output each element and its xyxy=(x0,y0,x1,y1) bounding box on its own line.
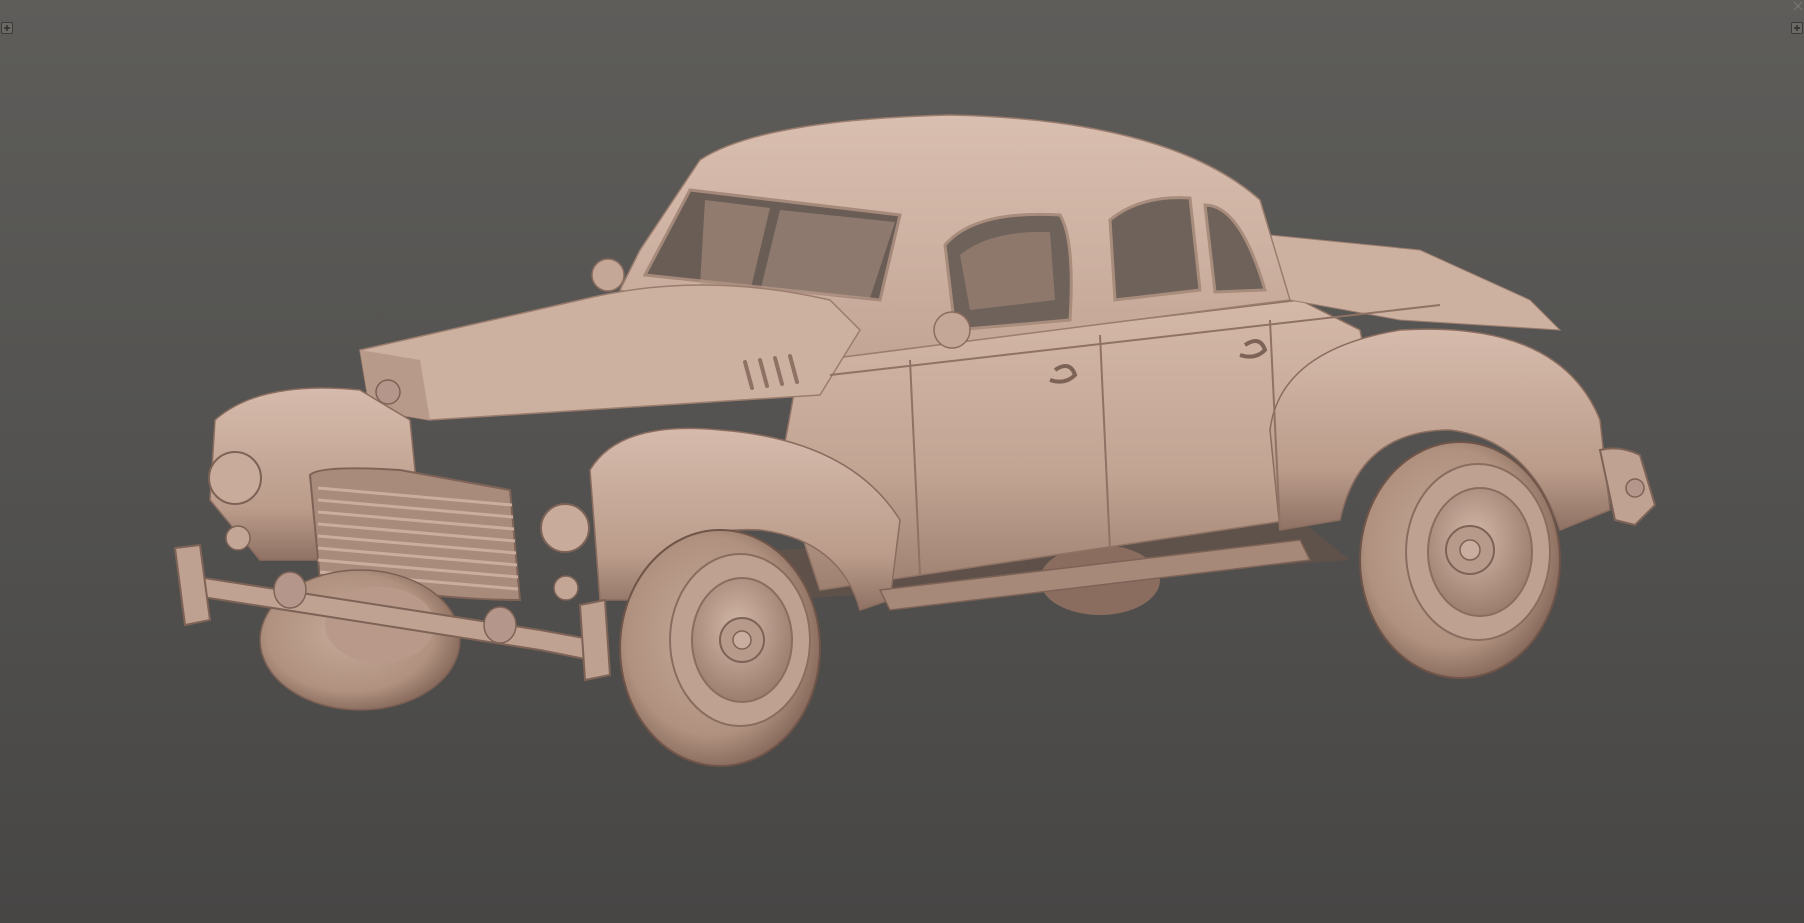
3d-viewport[interactable] xyxy=(0,0,1804,923)
car-model-render[interactable] xyxy=(0,0,1804,923)
